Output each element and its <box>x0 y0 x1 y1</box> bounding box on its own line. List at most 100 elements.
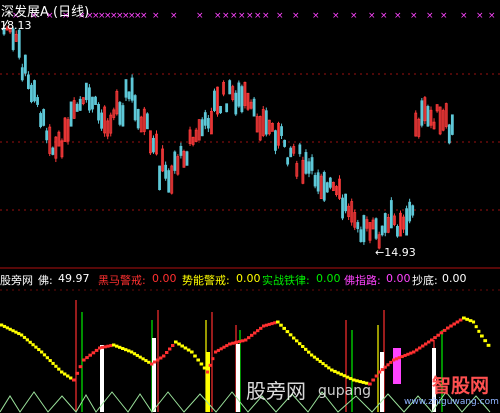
candle-body <box>118 102 122 125</box>
fo-line-segment <box>118 345 122 349</box>
candle-body <box>69 101 73 127</box>
chart-window[interactable]: × × × × × × × × × × × × × × × × × × × × × × × × × × × × × × × × × × × × × × × … <box>0 0 500 413</box>
fo-line-segment <box>11 329 15 333</box>
candle-body <box>203 112 207 126</box>
candle-body <box>127 91 131 100</box>
fo-line-segment <box>186 348 191 352</box>
fo-line-segment <box>208 363 212 367</box>
fo-line-segment <box>147 360 151 364</box>
fo-line-segment <box>439 331 444 335</box>
fo-line-segment <box>180 344 184 348</box>
fo-line-segment <box>109 344 113 348</box>
fo-line-segment <box>250 333 254 337</box>
fo-line-segment <box>348 377 353 381</box>
candle-body <box>136 109 140 129</box>
fo-line-segment <box>339 372 343 376</box>
candle-body <box>36 97 39 105</box>
candle-body <box>396 226 399 237</box>
candle-body <box>310 157 314 171</box>
candle-body <box>240 86 244 113</box>
candle-body <box>124 79 128 98</box>
fo-line-segment <box>412 350 416 354</box>
fo-line-segment <box>430 338 434 342</box>
signal-marker: × <box>196 11 204 21</box>
fo-line-segment <box>98 346 102 350</box>
fozhilu-value: 0.00 <box>386 272 411 285</box>
fo-line-segment <box>112 343 116 347</box>
signal-marker: × <box>350 11 358 21</box>
fo-line-segment <box>288 333 293 337</box>
candle-body <box>75 103 79 112</box>
signal-marker: × <box>368 11 376 21</box>
candle-body <box>341 197 344 219</box>
fo-line-segment <box>75 371 80 375</box>
fo-line-segment <box>418 346 422 350</box>
candle-body <box>91 96 94 110</box>
signal-marker: × <box>426 11 434 21</box>
indicator-name: 股旁网 <box>0 274 33 287</box>
fo-label: 佛: <box>38 274 53 287</box>
fo-line-segment <box>138 355 142 359</box>
candle-body <box>280 126 283 136</box>
fo-line-segment <box>315 357 319 361</box>
fo-line-segment <box>415 348 419 352</box>
fo-line-segment <box>168 347 172 351</box>
candle-body <box>179 145 183 156</box>
candle-body <box>152 137 155 153</box>
fo-line-segment <box>468 319 473 323</box>
shineng-label: 势能警戒: <box>182 274 230 287</box>
fo-line-segment <box>54 364 58 368</box>
fo-line-segment <box>8 327 12 331</box>
fo-line-segment <box>28 340 32 344</box>
candle-body <box>286 157 290 165</box>
fozhilu-bar <box>393 348 401 384</box>
fo-line-segment <box>206 370 210 374</box>
fo-line-segment <box>51 361 55 365</box>
signal-marker: × <box>230 11 238 21</box>
fo-line-segment <box>165 351 169 354</box>
fo-line-segment <box>427 340 431 344</box>
fo-line-segment <box>150 362 154 366</box>
fo-line-segment <box>276 320 280 324</box>
fo-line-segment <box>115 344 119 348</box>
fo-line-segment <box>48 359 52 363</box>
candle-body <box>289 147 293 158</box>
fo-line-segment <box>25 338 29 342</box>
candle-body <box>17 29 21 58</box>
fo-line-segment <box>307 350 311 354</box>
fo-line-segment <box>449 324 453 328</box>
fo-line-segment <box>483 339 488 343</box>
candle-body <box>234 92 238 115</box>
fo-line-segment <box>355 379 359 383</box>
fo-line-segment <box>177 342 181 346</box>
candle-body <box>130 77 134 101</box>
fo-line-segment <box>91 351 96 355</box>
candle-body <box>380 225 384 236</box>
fo-line-segment <box>310 353 314 357</box>
fo-line-segment <box>342 374 347 378</box>
signal-marker: × <box>380 11 388 21</box>
fo-line-segment <box>409 351 413 355</box>
fo-line-segment <box>455 320 460 324</box>
fo-line-segment <box>480 334 484 338</box>
fo-line-segment <box>211 357 215 361</box>
candle-body <box>447 124 451 144</box>
fo-line-segment <box>256 329 260 333</box>
shizhan-value: 0.00 <box>316 272 341 285</box>
candle-body <box>228 80 232 95</box>
candle-body <box>23 54 27 74</box>
candle-body <box>356 222 360 229</box>
fo-line-segment <box>31 343 35 347</box>
fo-line-segment <box>199 362 204 366</box>
candle-body <box>97 103 100 121</box>
signal-marker: × <box>440 11 448 21</box>
candle-body <box>374 218 378 239</box>
fo-line-segment <box>312 355 317 359</box>
chart-canvas[interactable]: × × × × × ×××××××××× × × × × × × × × × × × × × × × × × × × × × × × × <box>0 0 500 413</box>
candle-body <box>411 205 415 216</box>
fo-line-segment <box>153 360 157 364</box>
signal-marker: × <box>214 11 222 21</box>
heima-value: 0.00 <box>152 272 177 285</box>
fo-line-segment <box>397 356 401 360</box>
fo-line-segment <box>42 353 47 357</box>
